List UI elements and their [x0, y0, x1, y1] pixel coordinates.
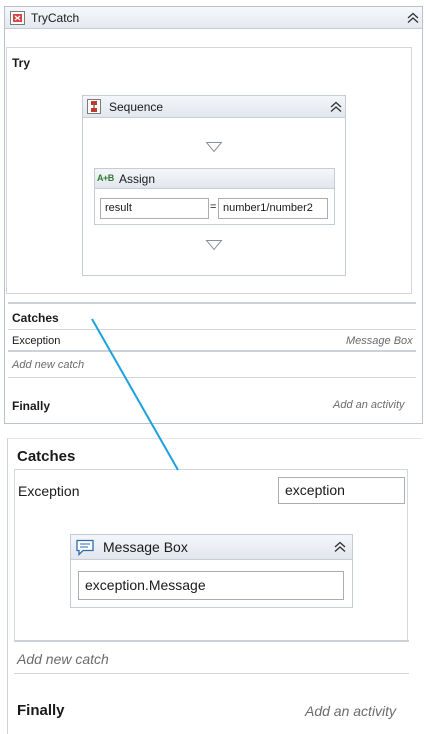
zoom-add-new-catch-link[interactable]: Add new catch — [17, 651, 109, 667]
assign-icon: A+B — [97, 173, 114, 183]
sequence-title: Sequence — [109, 100, 164, 114]
sequence-header: Sequence — [83, 96, 345, 118]
zoom-exception-label: Exception — [18, 483, 80, 499]
finally-label: Finally — [12, 399, 51, 413]
zoom-catch-divider — [14, 640, 409, 642]
try-label: Try — [12, 56, 31, 70]
message-text-field[interactable]: exception.Message — [78, 571, 344, 600]
sequence-icon — [87, 99, 101, 114]
exception-variable-field[interactable]: exception — [278, 477, 405, 504]
zoom-add-activity-link[interactable]: Add an activity — [305, 703, 396, 719]
message-icon — [76, 539, 94, 556]
collapse-chevrons-icon[interactable] — [333, 541, 347, 553]
add-new-catch-link[interactable]: Add new catch — [12, 359, 84, 371]
trycatch-header: TryCatch — [5, 7, 422, 29]
message-box-header: Message Box — [71, 535, 352, 560]
zoom-finally-label: Finally — [17, 702, 65, 719]
drop-target-arrow-icon[interactable] — [205, 141, 223, 153]
catch-row-divider — [8, 350, 416, 352]
assign-value-field[interactable]: number1/number2 — [218, 198, 328, 219]
trycatch-title: TryCatch — [31, 11, 80, 25]
finally-divider — [8, 377, 416, 378]
catch-handler-label[interactable]: Message Box — [346, 335, 413, 347]
catches-label: Catches — [12, 311, 59, 325]
message-box-title: Message Box — [103, 539, 188, 555]
assign-header: A+B Assign — [95, 169, 334, 189]
catches-row-divider — [8, 329, 416, 330]
zoom-catches-label: Catches — [17, 448, 76, 465]
catch-exception-label[interactable]: Exception — [12, 335, 60, 347]
trycatch-icon — [10, 11, 25, 25]
add-activity-link[interactable]: Add an activity — [333, 399, 405, 411]
collapse-chevrons-icon[interactable] — [329, 101, 343, 113]
collapse-chevrons-icon[interactable] — [406, 12, 420, 24]
zoom-finally-divider — [14, 673, 409, 674]
catches-divider — [8, 302, 416, 304]
assign-equals: = — [210, 201, 217, 213]
drop-target-arrow-icon[interactable] — [205, 239, 223, 251]
assign-to-field[interactable]: result — [100, 198, 209, 219]
assign-title: Assign — [119, 172, 156, 186]
